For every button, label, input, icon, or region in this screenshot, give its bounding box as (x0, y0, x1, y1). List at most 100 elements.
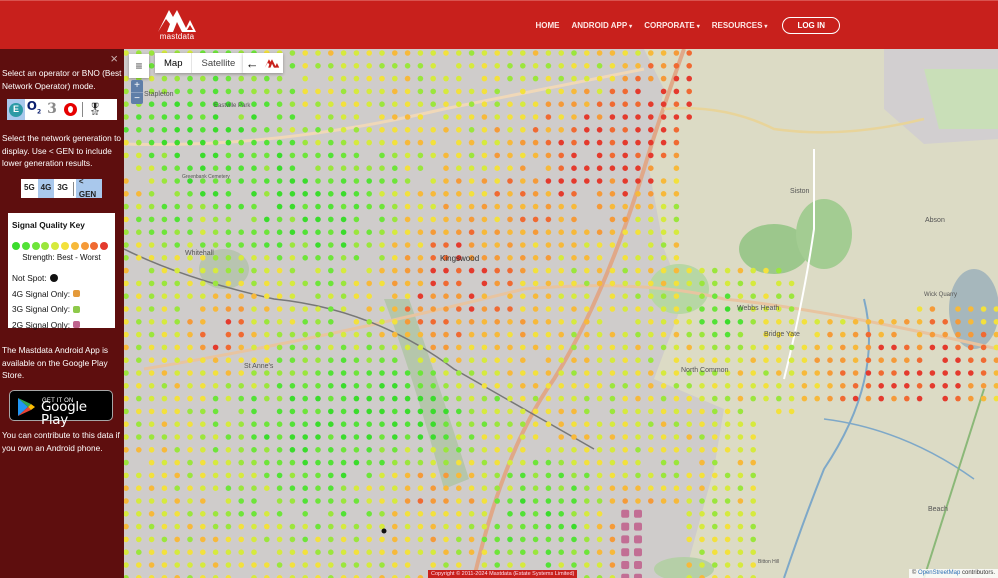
signal-dot[interactable] (788, 395, 795, 402)
signal-dot[interactable] (136, 331, 142, 338)
signal-dot[interactable] (468, 178, 475, 184)
signal-dot[interactable] (315, 306, 321, 312)
signal-dot[interactable] (289, 447, 296, 453)
signal-dot[interactable] (686, 562, 692, 568)
signal-dot[interactable] (136, 203, 142, 210)
signal-dot[interactable] (724, 523, 731, 530)
signal-dot[interactable] (763, 383, 769, 389)
signal-dot[interactable] (315, 498, 321, 504)
signal-dot[interactable] (353, 280, 360, 287)
signal-dot[interactable] (520, 229, 526, 235)
signal-dot[interactable] (737, 344, 744, 351)
signal-dot[interactable] (481, 331, 488, 338)
signal-dot[interactable] (468, 293, 475, 299)
signal-dot[interactable] (609, 114, 616, 120)
signal-dot[interactable] (187, 434, 193, 440)
signal-dot[interactable] (609, 498, 616, 504)
signal-dot[interactable] (225, 267, 232, 274)
signal-dot[interactable] (417, 255, 424, 261)
signal-dot[interactable] (852, 395, 859, 402)
signal-dot[interactable] (635, 114, 641, 120)
signal-dot[interactable] (148, 485, 155, 492)
signal-dot[interactable] (609, 536, 616, 543)
signal-dot[interactable] (200, 127, 206, 133)
signal-dot[interactable] (660, 306, 667, 312)
signal-dot[interactable] (532, 293, 539, 299)
signal-dot[interactable] (558, 101, 564, 107)
signal-dot[interactable] (724, 562, 731, 568)
signal-dot[interactable] (328, 370, 334, 376)
signal-dot[interactable] (648, 229, 654, 235)
signal-dot[interactable] (212, 472, 219, 479)
signal-dot[interactable] (622, 395, 628, 402)
signal-dot[interactable] (712, 447, 718, 453)
signal-dot[interactable] (136, 280, 142, 287)
signal-dot[interactable] (468, 511, 475, 517)
signal-dot[interactable] (571, 523, 577, 530)
signal-dot[interactable] (507, 75, 513, 82)
not-spot-dot[interactable] (381, 528, 387, 534)
signal-dot[interactable] (148, 434, 155, 440)
signal-dot[interactable] (558, 114, 564, 120)
signal-dot[interactable] (686, 511, 692, 517)
signal-dot[interactable] (238, 370, 244, 376)
signal-dot[interactable] (404, 408, 411, 415)
signal-dot[interactable] (558, 139, 564, 146)
signal-dot[interactable] (366, 267, 372, 274)
signal-dot[interactable] (366, 357, 372, 364)
signal-dot[interactable] (699, 331, 705, 338)
signal-dot[interactable] (481, 319, 488, 325)
signal-dot[interactable] (468, 242, 475, 248)
signal-dot[interactable] (379, 511, 385, 517)
signal-dot[interactable] (558, 370, 564, 376)
signal-dot[interactable] (545, 562, 552, 568)
signal-dot[interactable] (340, 75, 347, 82)
signal-dot[interactable] (660, 344, 667, 351)
signal-dot[interactable] (558, 536, 564, 543)
signal-dot[interactable] (136, 421, 142, 428)
signal-dot[interactable] (212, 216, 219, 223)
signal-dot[interactable] (673, 191, 680, 197)
signal-dot[interactable] (673, 88, 680, 95)
signal-dot[interactable] (315, 293, 321, 299)
signal-dot[interactable] (187, 191, 193, 197)
signal-dot[interactable] (699, 293, 705, 299)
signal-dot[interactable] (532, 242, 539, 248)
signal-dot[interactable] (609, 178, 616, 184)
signal-dot[interactable] (148, 255, 155, 261)
signal-dot[interactable] (379, 344, 385, 351)
signal-dot[interactable] (212, 127, 219, 133)
signal-dot[interactable] (340, 280, 347, 287)
signal-dot[interactable] (315, 191, 321, 197)
signal-dot[interactable] (545, 293, 552, 299)
signal-dot[interactable] (584, 408, 590, 415)
signal-dot[interactable] (136, 408, 142, 415)
signal-dot[interactable] (712, 344, 718, 351)
signal-dot[interactable] (276, 472, 283, 479)
signal-dot[interactable] (609, 485, 616, 492)
signal-dot[interactable] (648, 395, 654, 402)
signal-dot[interactable] (289, 459, 296, 466)
signal-dot[interactable] (686, 383, 692, 389)
signal-dot[interactable] (532, 421, 539, 428)
signal-dot[interactable] (571, 229, 577, 235)
signal-dot[interactable] (264, 216, 270, 223)
signal-dot[interactable] (366, 523, 372, 530)
signal-2g-marker[interactable] (621, 522, 630, 531)
signal-dot[interactable] (392, 562, 398, 568)
signal-dot[interactable] (174, 549, 180, 555)
signal-dot[interactable] (276, 191, 283, 197)
signal-dot[interactable] (609, 75, 616, 82)
signal-dot[interactable] (328, 472, 334, 479)
signal-dot[interactable] (443, 485, 449, 492)
signal-dot[interactable] (302, 203, 308, 210)
signal-dot[interactable] (340, 229, 347, 235)
signal-dot[interactable] (468, 63, 475, 69)
signal-dot[interactable] (596, 498, 603, 504)
signal-dot[interactable] (430, 523, 437, 530)
signal-dot[interactable] (622, 165, 628, 171)
signal-dot[interactable] (456, 191, 462, 197)
signal-dot[interactable] (468, 549, 475, 555)
signal-dot[interactable] (302, 152, 308, 159)
signal-dot[interactable] (558, 127, 564, 133)
